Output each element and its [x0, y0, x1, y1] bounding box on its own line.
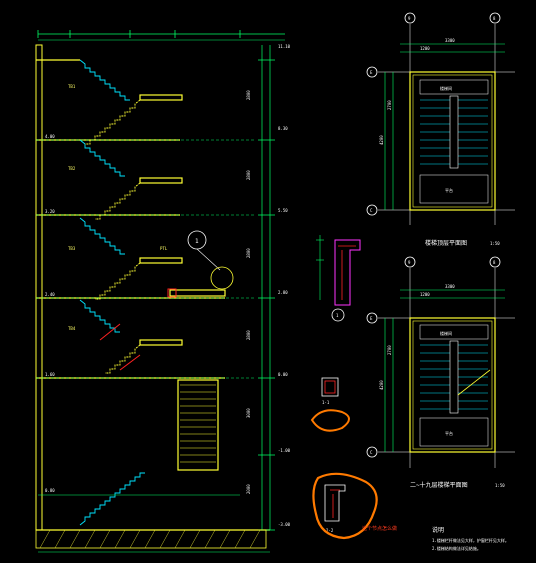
floor-label: 2.40: [45, 292, 55, 297]
height-dim: 2800: [246, 90, 251, 100]
stair-section-elevation: 11.10 8.30 5.50 2.80 0.00 -1.00 -3.00 28…: [35, 30, 291, 553]
plan-scale: 1:50: [495, 483, 505, 488]
plan-dim: 1200: [420, 292, 430, 297]
level-label: 8.30: [278, 126, 288, 131]
cad-drawing-canvas: 11.10 8.30 5.50 2.80 0.00 -1.00 -3.00 28…: [0, 0, 536, 559]
flight-note: PTL: [160, 246, 168, 251]
highlight-note: 这个节点怎么做: [362, 525, 397, 532]
detail-3: 2-2 这个节点怎么做: [312, 472, 397, 540]
height-dim: 2800: [246, 330, 251, 340]
level-label: 11.10: [278, 44, 291, 49]
plan-dim: 1200: [420, 46, 430, 51]
detail-1-number: 1: [336, 313, 339, 318]
level-label: 2.80: [278, 290, 288, 295]
floor-label: 1.60: [45, 372, 55, 377]
height-dim: 3000: [246, 408, 251, 418]
plan-top: 9 8 E C 3300 1200 4200 2700 楼梯间 平台 楼梯顶层平…: [366, 12, 515, 247]
detail-callout-number: 1: [195, 238, 199, 245]
detail-1: 1: [316, 235, 361, 322]
flight-note: TB4: [68, 326, 76, 331]
detail-callout: 1: [187, 230, 234, 290]
notes-line: 2.楼梯结构做法详见结施。: [432, 545, 481, 551]
axis-label: C: [370, 208, 373, 213]
floor-label: 3.20: [45, 209, 55, 214]
plan-bottom: 9 8 E C 3300 1200 4200 2700 楼梯间 平台 二~十九层…: [366, 256, 515, 489]
ground-hatch: [35, 529, 267, 549]
room-label: 楼梯间: [440, 85, 452, 91]
plan-dim: 4200: [379, 135, 384, 145]
level-label: -1.00: [278, 448, 291, 453]
axis-label: E: [370, 70, 373, 75]
height-dimensions: [258, 45, 275, 531]
plan-dim: 3300: [445, 38, 455, 43]
notes-block: 说明 1.楼梯栏杆做法见大样，护窗栏杆见大样。 2.楼梯结构做法详见结施。: [432, 526, 509, 551]
notes-heading: 说明: [432, 526, 444, 534]
level-label: 5.50: [278, 208, 288, 213]
room-label: 楼梯间: [440, 330, 452, 336]
height-dim: 2000: [246, 484, 251, 494]
room-label: 平台: [445, 187, 453, 193]
detail-2-label: 1-1: [322, 400, 330, 405]
detail-2: 1-1: [310, 377, 350, 432]
plan-dim: 3300: [445, 284, 455, 289]
axis-label: 9: [408, 16, 411, 21]
section-details: 1 1-1 2-2 这个节点怎么做: [310, 235, 397, 540]
notes-line: 1.楼梯栏杆做法见大样，护窗栏杆见大样。: [432, 537, 509, 543]
room-label: 平台: [445, 430, 453, 436]
axis-label: 9: [408, 260, 411, 265]
flight-note: TB2: [68, 166, 76, 171]
plan-scale: 1:50: [490, 241, 500, 246]
flight-note: TB3: [68, 246, 76, 251]
axis-label: 8: [493, 260, 496, 265]
level-label: 0.00: [278, 372, 288, 377]
level-label: -3.00: [278, 522, 291, 527]
plan-dim: 2700: [387, 100, 392, 110]
level-labels: 11.10 8.30 5.50 2.80 0.00 -1.00 -3.00: [278, 44, 291, 527]
axis-label: 8: [493, 16, 496, 21]
height-dim: 2800: [246, 170, 251, 180]
plan-dim: 4200: [379, 380, 384, 390]
height-dim: 2800: [246, 248, 251, 258]
floor-slabs: [36, 59, 270, 531]
plan-title: 二~十九层楼梯平面图: [410, 481, 468, 489]
floor-label: 4.00: [45, 134, 55, 139]
axis-label: C: [370, 450, 373, 455]
axis-label: E: [370, 316, 373, 321]
flight-note: TB1: [68, 84, 76, 89]
plan-title: 楼梯顶层平面图: [425, 239, 467, 247]
plan-dim: 2700: [387, 345, 392, 355]
stair-drawing: 11.10 8.30 5.50 2.80 0.00 -1.00 -3.00 28…: [35, 12, 515, 553]
floor-label: 0.80: [45, 488, 55, 493]
